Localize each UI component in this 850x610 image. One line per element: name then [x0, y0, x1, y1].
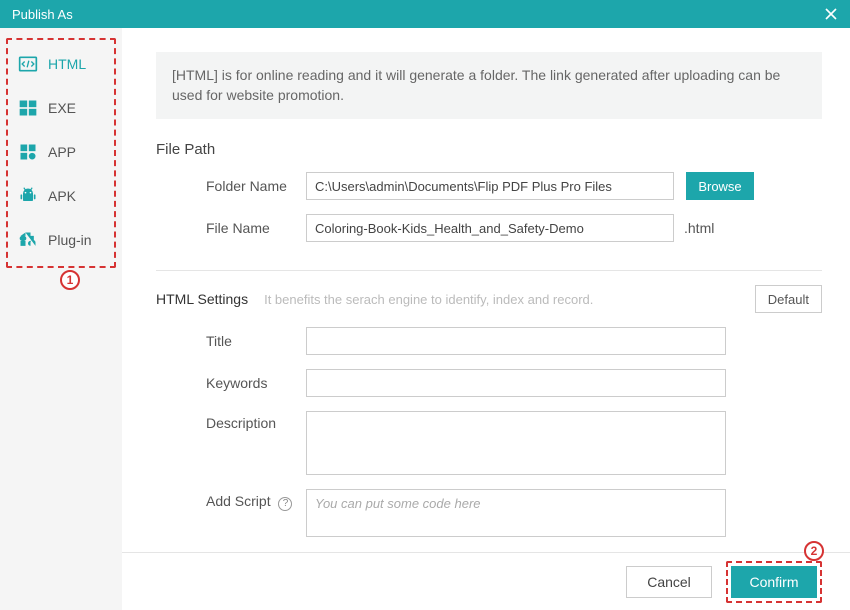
folder-input[interactable]: [306, 172, 674, 200]
script-label: Add Script ?: [156, 489, 306, 511]
sidebar-item-label: APK: [48, 188, 76, 204]
help-icon[interactable]: ?: [278, 497, 292, 511]
window-title: Publish As: [12, 7, 73, 22]
settings-header: HTML Settings It benefits the serach eng…: [156, 285, 822, 313]
annotation-box-2: 2 Confirm: [726, 561, 822, 603]
settings-hint: It benefits the serach engine to identif…: [264, 292, 739, 307]
title-row: Title: [156, 327, 822, 355]
folder-row: Folder Name Browse: [156, 172, 822, 200]
filepath-section-title: File Path: [156, 141, 822, 158]
titlebar: Publish As: [0, 0, 850, 28]
html-icon: [18, 54, 38, 74]
keywords-row: Keywords: [156, 369, 822, 397]
divider: [156, 270, 822, 271]
description-input[interactable]: [306, 411, 726, 475]
info-box: [HTML] is for online reading and it will…: [156, 52, 822, 119]
sidebar-item-html[interactable]: HTML: [12, 42, 110, 86]
sidebar-item-label: APP: [48, 144, 76, 160]
title-label: Title: [156, 333, 306, 349]
sidebar-item-label: Plug-in: [48, 232, 92, 248]
folder-label: Folder Name: [156, 178, 306, 194]
sidebar-item-label: HTML: [48, 56, 86, 72]
app-icon: [18, 142, 38, 162]
cancel-button[interactable]: Cancel: [626, 566, 712, 598]
android-icon: [18, 186, 38, 206]
browse-button[interactable]: Browse: [686, 172, 754, 200]
confirm-button[interactable]: Confirm: [731, 566, 817, 598]
sidebar-item-label: EXE: [48, 100, 76, 116]
plugin-icon: [18, 230, 38, 250]
file-suffix: .html: [684, 220, 714, 236]
sidebar: HTML EXE APP APK: [0, 28, 122, 610]
filename-row: File Name .html: [156, 214, 822, 242]
close-icon[interactable]: [822, 5, 840, 23]
annotation-marker-1: 1: [60, 270, 80, 290]
script-row: Add Script ?: [156, 489, 822, 537]
keywords-label: Keywords: [156, 375, 306, 391]
title-input[interactable]: [306, 327, 726, 355]
filename-label: File Name: [156, 220, 306, 236]
sidebar-item-exe[interactable]: EXE: [12, 86, 110, 130]
keywords-input[interactable]: [306, 369, 726, 397]
annotation-marker-2: 2: [804, 541, 824, 561]
footer: Cancel 2 Confirm: [122, 552, 850, 610]
filename-input[interactable]: [306, 214, 674, 242]
description-label: Description: [156, 411, 306, 431]
settings-section-title: HTML Settings: [156, 291, 248, 307]
sidebar-item-plugin[interactable]: Plug-in: [12, 218, 110, 262]
sidebar-item-apk[interactable]: APK: [12, 174, 110, 218]
default-button[interactable]: Default: [755, 285, 822, 313]
windows-icon: [18, 98, 38, 118]
main-panel: [HTML] is for online reading and it will…: [122, 28, 850, 610]
sidebar-item-app[interactable]: APP: [12, 130, 110, 174]
annotation-box-1: HTML EXE APP APK: [6, 38, 116, 268]
dialog-body: HTML EXE APP APK: [0, 28, 850, 610]
description-row: Description: [156, 411, 822, 475]
script-input[interactable]: [306, 489, 726, 537]
